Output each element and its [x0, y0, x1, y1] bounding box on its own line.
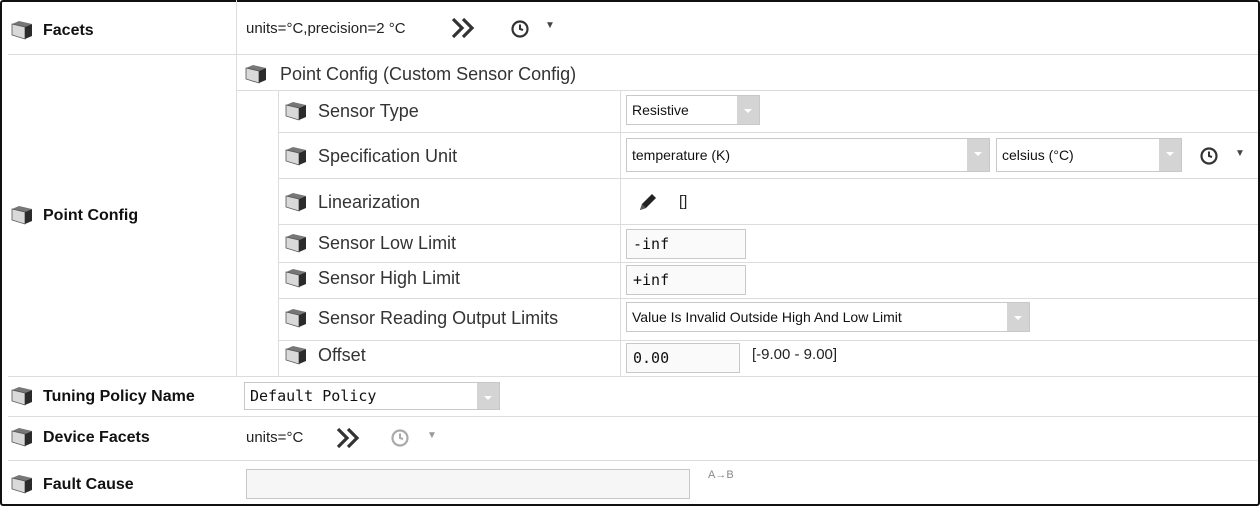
text-direction-icon-label: A→B [708, 469, 734, 481]
point-config-header-label: Point Config (Custom Sensor Config) [280, 64, 577, 84]
divider [8, 376, 1258, 377]
output-limits-dropdown[interactable]: Value Is Invalid Outside High And Low Li… [626, 302, 1030, 332]
divider [278, 224, 1258, 225]
unit-dropdown[interactable]: celsius (°C) [996, 138, 1182, 172]
dropdown-arrow-icon [967, 139, 989, 171]
specification-unit-label: Specification Unit [318, 146, 458, 166]
sensor-high-limit-value: +inf [633, 271, 670, 289]
fault-cause-row: Fault Cause [10, 474, 134, 499]
sensor-high-limit-row: Sensor High Limit [284, 268, 460, 293]
cube-icon [284, 345, 308, 365]
divider [8, 460, 1258, 461]
specification-unit-row: Specification Unit [284, 146, 457, 171]
cube-icon [10, 205, 34, 225]
facets-label: Facets [43, 22, 94, 39]
offset-range: [-9.00 - 9.00] [752, 346, 838, 363]
cube-icon [284, 233, 308, 253]
divider [278, 178, 1258, 179]
tuning-policy-value: Default Policy [250, 387, 377, 405]
divider [278, 132, 1258, 133]
chevron-down-icon[interactable]: ▼ [1235, 148, 1245, 159]
sensor-low-limit-row: Sensor Low Limit [284, 233, 456, 258]
linearization-value: [] [679, 193, 688, 210]
point-config-header[interactable]: Point Config (Custom Sensor Config) [244, 64, 576, 89]
column-divider [236, 0, 237, 376]
chevron-down-icon: ▼ [427, 430, 437, 441]
double-chevron-icon[interactable] [449, 16, 479, 40]
offset-field[interactable]: 0.00 [626, 343, 740, 373]
output-limits-row: Sensor Reading Output Limits [284, 308, 558, 333]
sensor-type-dropdown[interactable]: Resistive [626, 95, 760, 125]
divider [278, 298, 1258, 299]
sensor-low-limit-label: Sensor Low Limit [318, 233, 457, 253]
sensor-low-limit-field[interactable]: -inf [626, 229, 746, 259]
cube-icon [284, 268, 308, 288]
column-divider [278, 90, 279, 376]
cube-icon [244, 64, 268, 84]
quantity-value: temperature (K) [632, 147, 731, 163]
quantity-dropdown[interactable]: temperature (K) [626, 138, 990, 172]
output-limits-label: Sensor Reading Output Limits [318, 308, 559, 328]
cube-icon [284, 192, 308, 212]
sensor-type-row: Sensor Type [284, 101, 419, 126]
dropdown-arrow-icon [1007, 303, 1029, 331]
output-limits-value: Value Is Invalid Outside High And Low Li… [632, 309, 902, 325]
tuning-policy-dropdown[interactable]: Default Policy [244, 382, 500, 410]
tuning-policy-label: Tuning Policy Name [43, 388, 195, 405]
pencil-icon[interactable] [636, 190, 660, 214]
device-facets-row: Device Facets [10, 427, 150, 452]
device-facets-label: Device Facets [43, 429, 150, 446]
cube-icon [284, 146, 308, 166]
divider [278, 262, 1258, 263]
clock-icon[interactable] [1199, 146, 1219, 166]
clock-icon [390, 428, 410, 448]
point-config-row: Point Config [10, 205, 138, 230]
cube-icon [284, 101, 308, 121]
divider [236, 90, 1258, 91]
sensor-type-label: Sensor Type [318, 101, 419, 121]
cube-icon [284, 308, 308, 328]
cube-icon [10, 427, 34, 447]
dropdown-arrow-icon [477, 383, 499, 409]
facets-row: Facets [10, 20, 94, 45]
linearization-label: Linearization [318, 192, 421, 212]
dropdown-arrow-icon [737, 96, 759, 124]
facets-value: units=°C,precision=2 °C [246, 20, 406, 37]
chevron-down-icon[interactable]: ▼ [545, 20, 555, 31]
divider [278, 340, 1258, 341]
tuning-policy-row: Tuning Policy Name [10, 386, 195, 411]
device-facets-value: units=°C [246, 429, 304, 446]
cube-icon [10, 474, 34, 494]
divider [8, 54, 1258, 55]
offset-row: Offset [284, 345, 366, 370]
point-config-label: Point Config [43, 207, 139, 224]
unit-value: celsius (°C) [1002, 147, 1074, 163]
linearization-row: Linearization [284, 192, 420, 217]
sensor-high-limit-field[interactable]: +inf [626, 265, 746, 295]
offset-label: Offset [318, 345, 366, 365]
fault-cause-field[interactable] [246, 469, 690, 499]
sensor-high-limit-label: Sensor High Limit [318, 268, 461, 288]
column-divider [620, 90, 621, 376]
cube-icon [10, 386, 34, 406]
sensor-low-limit-value: -inf [633, 235, 670, 253]
cube-icon [10, 20, 34, 40]
text-direction-icon[interactable]: A→B [708, 470, 734, 481]
offset-value: 0.00 [633, 349, 670, 367]
double-chevron-icon[interactable] [334, 426, 364, 450]
dropdown-arrow-icon [1159, 139, 1181, 171]
fault-cause-label: Fault Cause [43, 476, 134, 493]
clock-icon[interactable] [510, 19, 530, 39]
sensor-type-value: Resistive [632, 102, 689, 118]
divider [8, 416, 1258, 417]
